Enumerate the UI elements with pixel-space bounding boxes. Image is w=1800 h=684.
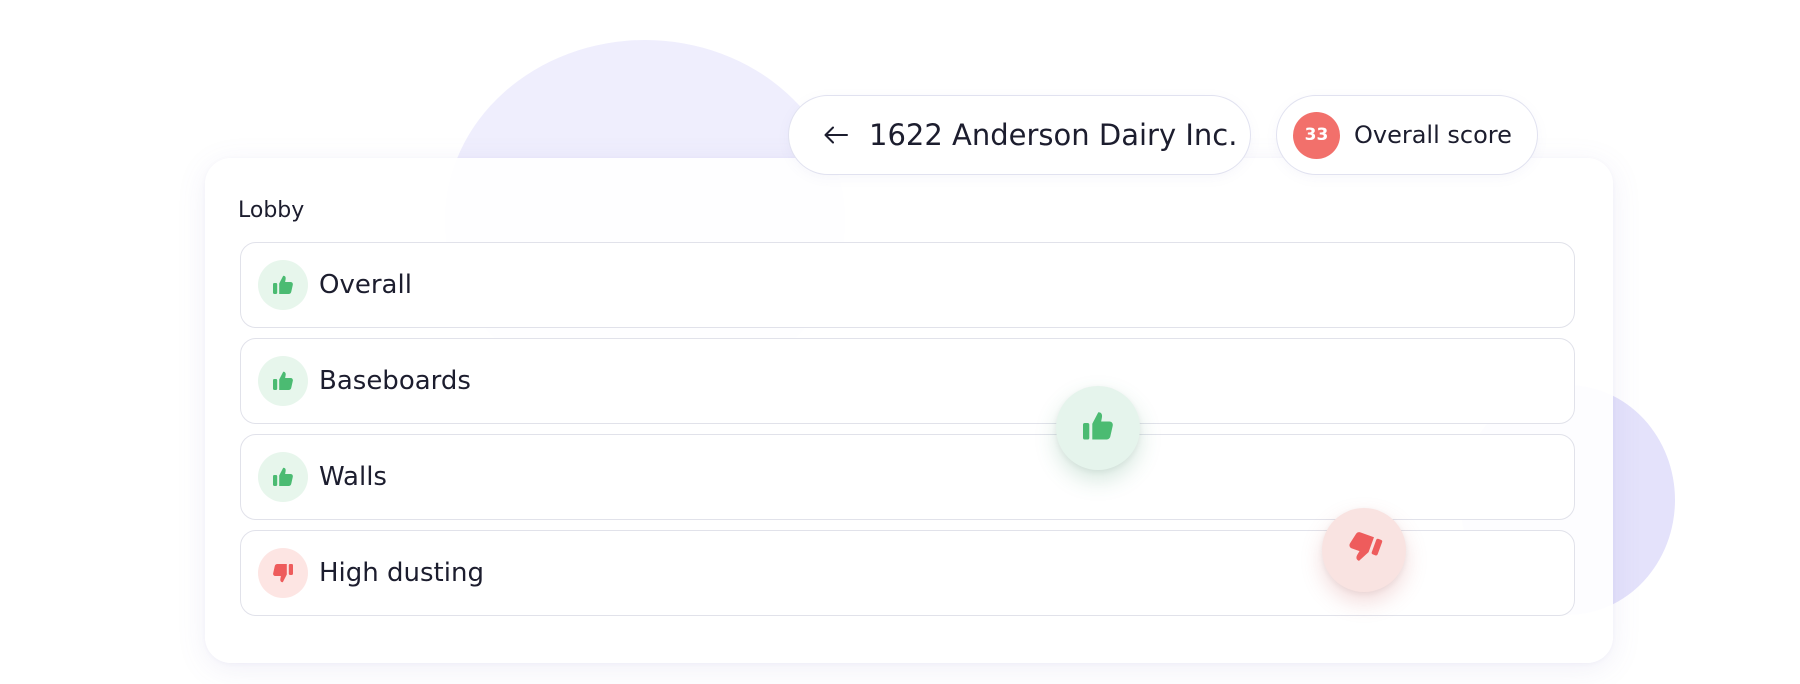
thumbs-down-icon (258, 548, 308, 598)
overall-score-pill: 33 Overall score (1276, 95, 1538, 175)
list-item-walls[interactable]: Walls (240, 434, 1575, 520)
back-to-location-button[interactable]: 1622 Anderson Dairy Inc. (788, 95, 1251, 175)
list-item-label: Overall (319, 270, 412, 300)
thumbs-up-button[interactable] (1056, 386, 1140, 470)
thumbs-up-icon (258, 452, 308, 502)
section-title: Lobby (238, 198, 305, 223)
arrow-left-icon[interactable] (823, 124, 849, 146)
score-badge: 33 (1293, 111, 1340, 159)
location-title: 1622 Anderson Dairy Inc. (869, 118, 1238, 152)
list-item-overall[interactable]: Overall (240, 242, 1575, 328)
score-label: Overall score (1354, 121, 1512, 149)
list-item-label: Baseboards (319, 366, 471, 396)
list-item-label: Walls (319, 462, 387, 492)
list-item-baseboards[interactable]: Baseboards (240, 338, 1575, 424)
thumbs-up-icon (258, 356, 308, 406)
thumbs-down-icon (1344, 530, 1384, 570)
app-canvas: Lobby Overall Baseboards Walls High dust… (0, 0, 1800, 684)
list-item-label: High dusting (319, 558, 484, 588)
inspection-card: Lobby Overall Baseboards Walls High dust… (205, 158, 1613, 663)
thumbs-down-button[interactable] (1322, 508, 1406, 592)
thumbs-up-icon (1078, 408, 1118, 448)
thumbs-up-icon (258, 260, 308, 310)
